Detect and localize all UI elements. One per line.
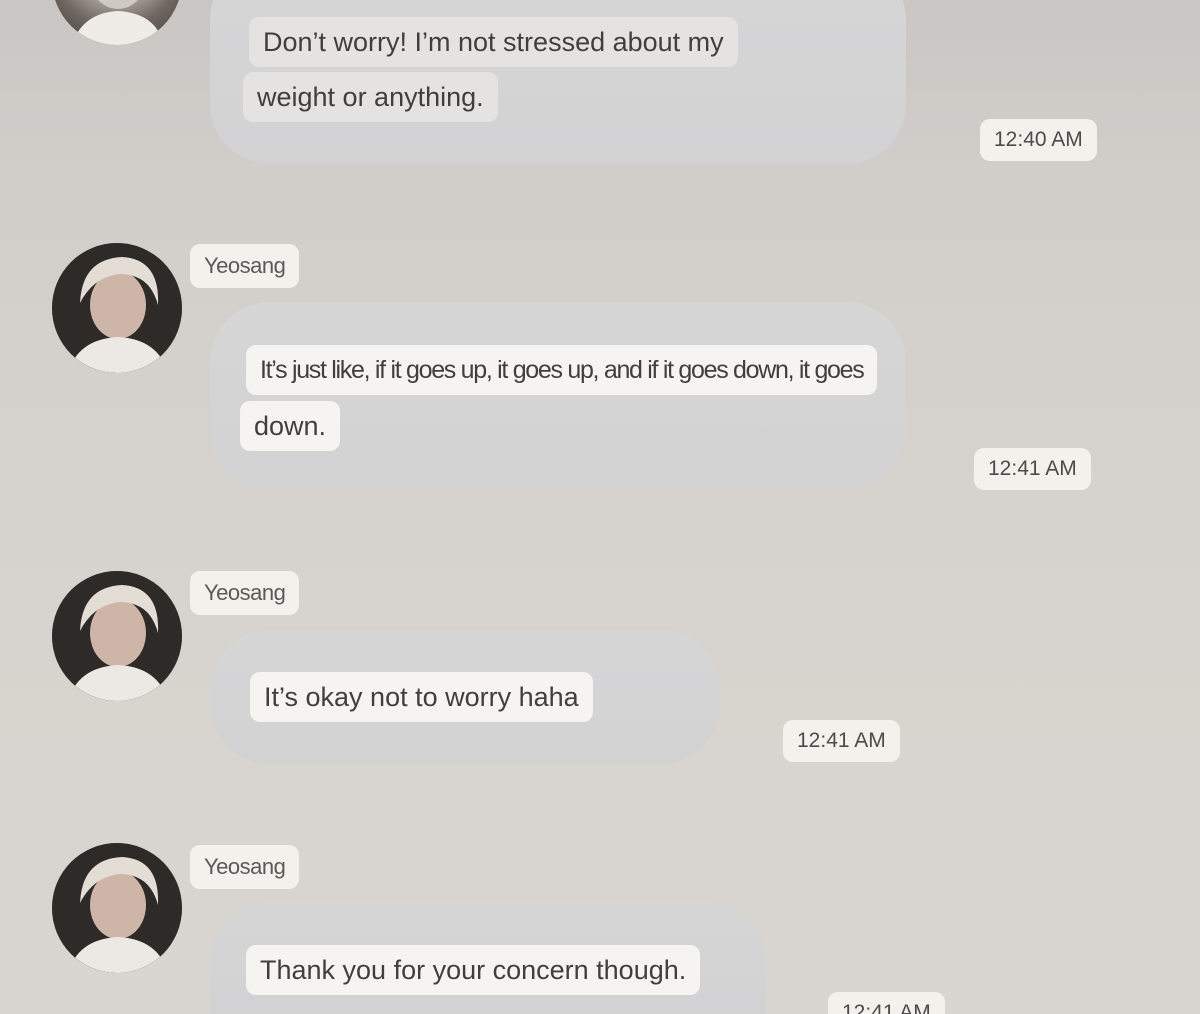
message-text-line: Thank you for your concern though. [246, 945, 701, 995]
message-timestamp: 12:41 AM [828, 992, 945, 1014]
avatar-photo-icon [52, 571, 182, 701]
avatar-photo-icon [52, 243, 182, 373]
sender-name: Yeosang [190, 845, 300, 889]
message-bubble: Don’t worry! I’m not stressed about my w… [210, 0, 906, 164]
sender-avatar[interactable] [52, 571, 182, 701]
message-text-line: down. [240, 401, 341, 451]
message-bubble: It’s just like, if it goes up, it goes u… [210, 302, 906, 491]
avatar-photo-icon [72, 0, 164, 45]
message-text-line: It’s just like, if it goes up, it goes u… [246, 345, 878, 395]
avatar-photo-icon [52, 843, 182, 973]
message-timestamp: 12:41 AM [783, 720, 900, 762]
sender-name: Yeosang [190, 244, 300, 288]
message-text-line: It’s okay not to worry haha [250, 672, 593, 722]
message-timestamp: 12:41 AM [974, 448, 1091, 490]
message-text-line: Don’t worry! I’m not stressed about my [249, 17, 738, 67]
message-timestamp: 12:40 AM [980, 119, 1097, 161]
sender-avatar[interactable] [52, 843, 182, 973]
message-bubble: It’s okay not to worry haha [210, 630, 720, 764]
sender-avatar[interactable] [52, 243, 182, 373]
sender-name: Yeosang [190, 571, 300, 615]
message-text-line: weight or anything. [243, 72, 498, 122]
message-bubble: Thank you for your concern though. [210, 902, 766, 1014]
sender-avatar[interactable] [52, 0, 182, 45]
